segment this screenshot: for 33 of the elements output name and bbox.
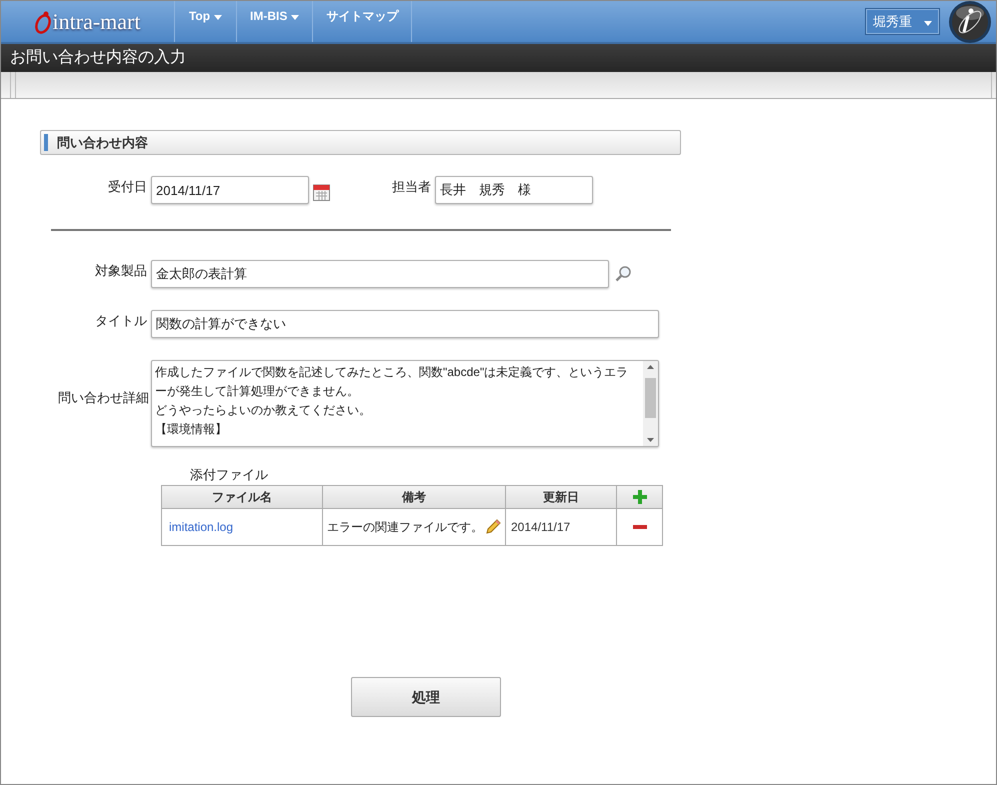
- detail-text-line: どうやったらよいのか教えてください。: [155, 402, 372, 419]
- table-cell: 2014/11/17: [506, 508, 616, 546]
- column-header: 更新日: [506, 486, 616, 508]
- date-field[interactable]: 2014/11/17: [151, 176, 309, 204]
- detail-text-line: 作成したファイルで関数を記述してみたところ、関数"abcde"は未定義です、というエラーが発生して計算処理ができません。: [155, 364, 630, 400]
- attachments-label: 添付ファイル: [190, 466, 268, 484]
- search-icon[interactable]: [615, 265, 632, 282]
- caret-icon: [924, 21, 932, 26]
- info-logo-icon[interactable]: [948, 1, 992, 44]
- remove-icon[interactable]: [632, 525, 646, 529]
- field-label: タイトル: [94, 312, 148, 330]
- user-menu-button[interactable]: 堀秀重: [865, 8, 940, 35]
- field-label: 問い合わせ詳細: [57, 389, 150, 407]
- logo-swoosh-icon: [34, 10, 51, 34]
- add-icon[interactable]: [632, 490, 646, 504]
- title-field[interactable]: 関数の計算ができない: [151, 310, 659, 338]
- column-header: ファイル名: [162, 486, 322, 508]
- calendar-icon[interactable]: [313, 183, 330, 201]
- section-title: 問い合わせ内容: [57, 134, 148, 152]
- product-field[interactable]: 金太郎の表計算: [151, 260, 609, 288]
- detail-text-line: 【環境情報】: [155, 421, 228, 438]
- field-label: 担当者: [392, 178, 432, 196]
- assignee-field[interactable]: 長井 規秀 様: [435, 176, 593, 204]
- submit-button[interactable]: 処理: [351, 677, 501, 717]
- scrollbar-icon[interactable]: [643, 361, 658, 446]
- field-label: 対象製品: [94, 262, 148, 280]
- field-label: 受付日: [107, 178, 148, 196]
- file-link[interactable]: imitation.log: [162, 508, 322, 546]
- page-title: お問い合わせ内容の入力: [10, 48, 186, 68]
- column-header: 備考: [322, 486, 506, 508]
- pencil-icon[interactable]: [485, 519, 501, 535]
- note-text: エラーの関連ファイルです。: [327, 519, 483, 536]
- detail-text-area[interactable]: 作成したファイルで関数を記述してみたところ、関数"abcde"は未定義です、というエラーが発生して計算処理ができません。 どうやったらよいのか教えてください。 【環境情報】: [151, 360, 659, 447]
